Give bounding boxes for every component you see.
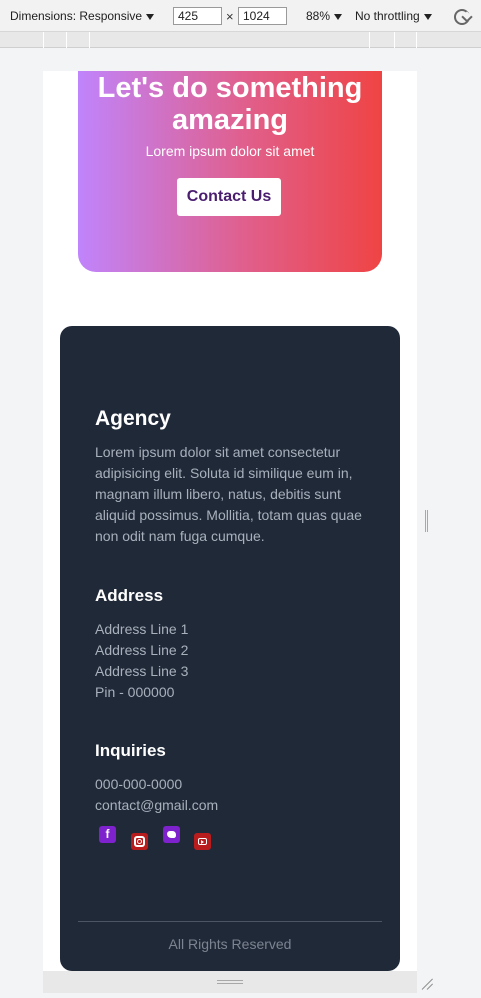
ruler-mark	[43, 32, 44, 48]
ruler-mark	[394, 32, 395, 48]
ruler-mark	[66, 32, 67, 48]
dimensions-times-symbol: ×	[226, 9, 234, 24]
throttling-label: No throttling	[355, 9, 420, 23]
contact-us-button[interactable]: Contact Us	[177, 178, 281, 216]
inquiries-title: Inquiries	[95, 741, 166, 760]
viewport-height-input[interactable]	[238, 7, 287, 25]
address-list: Address Line 1 Address Line 2 Address Li…	[95, 619, 188, 703]
chevron-down-icon	[334, 14, 343, 20]
inquiries-list: 000-000-0000 contact@gmail.com	[95, 774, 218, 816]
device-viewport: Let's do something amazing Lorem ipsum d…	[43, 71, 417, 971]
throttling-dropdown[interactable]: No throttling	[355, 0, 432, 32]
address-line: Address Line 2	[95, 642, 189, 658]
twitter-icon[interactable]	[163, 826, 180, 843]
rotate-icon[interactable]	[454, 9, 470, 25]
address-title: Address	[95, 586, 164, 605]
height-resize-handle[interactable]	[217, 980, 243, 984]
ruler-mark	[89, 32, 90, 48]
zoom-label: 88%	[306, 9, 331, 23]
copyright-text: All Rights Reserved	[168, 936, 292, 952]
corner-resize-handle[interactable]	[420, 976, 434, 990]
facebook-icon[interactable]: f	[99, 826, 116, 843]
cta-card: Let's do something amazing Lorem ipsum d…	[78, 71, 382, 272]
width-resize-handle[interactable]	[425, 510, 428, 532]
dimensions-dropdown[interactable]: Dimensions: Responsive	[10, 0, 155, 32]
ruler-mark	[369, 32, 370, 48]
viewport-width-input[interactable]	[173, 7, 222, 25]
address-pin: Pin - 000000	[95, 684, 175, 700]
cta-subtitle: Lorem ipsum dolor sit amet	[145, 143, 315, 159]
phone-number: 000-000-0000	[95, 776, 183, 792]
instagram-icon[interactable]	[131, 833, 148, 850]
address-line: Address Line 1	[95, 621, 189, 637]
email-address[interactable]: contact@gmail.com	[95, 795, 218, 816]
device-ruler	[0, 32, 481, 48]
dimensions-label: Dimensions: Responsive	[10, 9, 143, 23]
chevron-down-icon	[423, 14, 432, 20]
youtube-icon[interactable]	[194, 833, 211, 850]
chevron-down-icon	[146, 14, 155, 20]
devtools-toolbar: Dimensions: Responsive × 88% No throttli…	[0, 0, 481, 32]
footer-card: Agency Lorem ipsum dolor sit amet consec…	[60, 326, 400, 971]
zoom-dropdown[interactable]: 88%	[306, 0, 343, 32]
agency-description: Lorem ipsum dolor sit amet consectetur a…	[95, 444, 362, 544]
cta-title: Let's do something amazing	[97, 72, 363, 136]
agency-title: Agency	[95, 407, 171, 430]
address-line: Address Line 3	[95, 663, 189, 679]
ruler-mark	[416, 32, 417, 48]
footer-divider	[78, 921, 382, 922]
